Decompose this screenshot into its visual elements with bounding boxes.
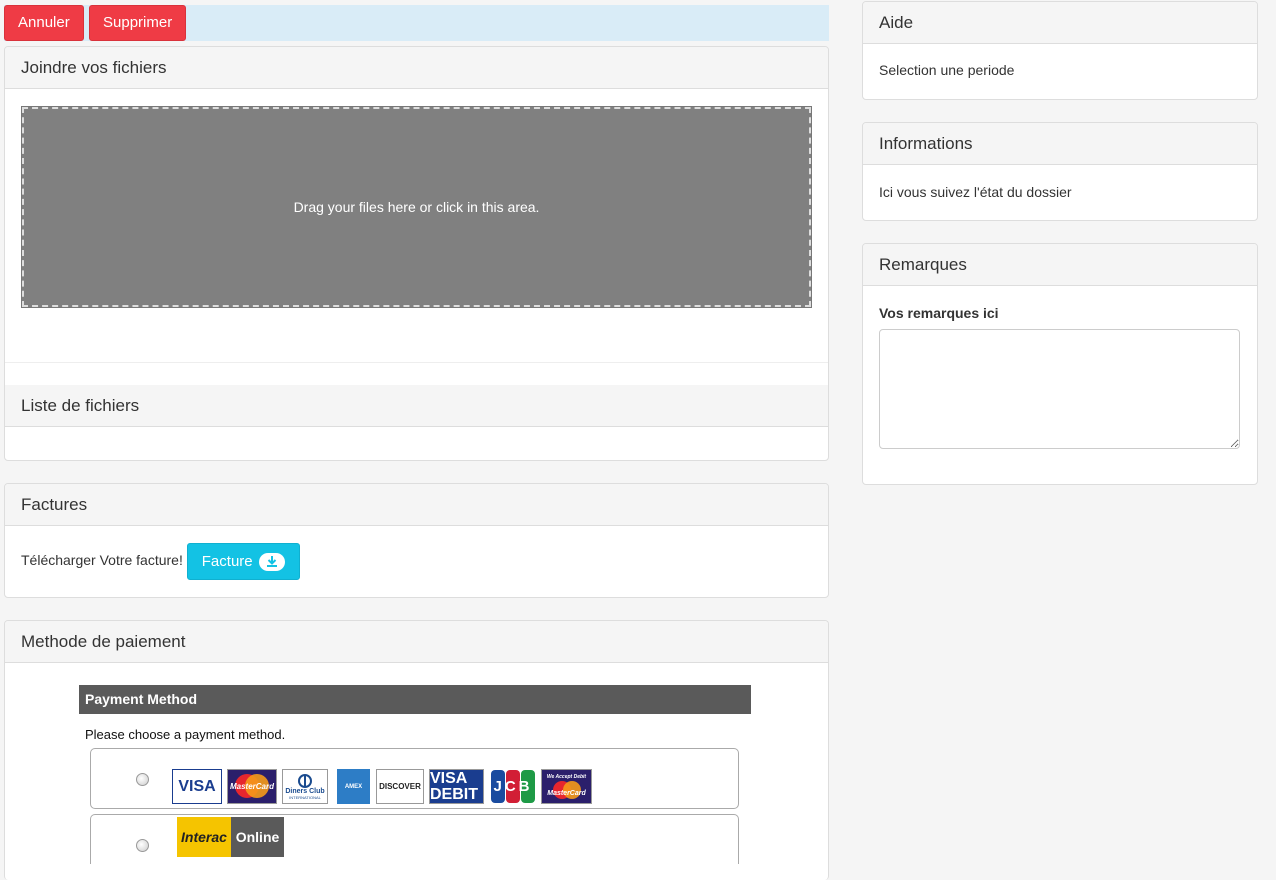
dropzone-text: Drag your files here or click in this ar… [293,199,540,215]
info-text: Ici vous suivez l'état du dossier [879,184,1072,200]
mastercard-debit-logo: We Accept Debit MasterCard [541,769,592,804]
attach-files-panel: Joindre vos fichiers Drag your files her… [4,46,829,461]
discover-logo: DISCOVER [376,769,424,804]
info-title: Informations [863,123,1257,165]
remarks-textarea[interactable] [879,329,1240,449]
jcb-logo: JCB [490,769,536,804]
attach-files-title: Joindre vos fichiers [5,47,828,89]
mastercard-logo: MasterCard [227,769,277,804]
main-column: Annuler Supprimer Joindre vos fichiers D… [4,5,829,880]
payment-method-title: Methode de paiement [5,621,828,663]
cancel-button[interactable]: Annuler [4,5,84,41]
visa-debit-logo: VISA DEBIT [429,769,484,804]
payment-option-cards[interactable]: VISA MasterCard Diners Club INTERNATIONA… [90,748,739,809]
payment-radio-cards[interactable] [136,773,149,786]
diners-club-logo: Diners Club INTERNATIONAL [282,769,328,804]
help-text: Selection une periode [879,62,1015,78]
invoice-download-text: Télécharger Votre facture! [21,552,183,569]
help-title: Aide [863,2,1257,44]
payment-prompt: Please choose a payment method. [85,727,286,742]
remarks-label: Vos remarques ici [879,305,999,321]
action-toolbar: Annuler Supprimer [4,5,829,41]
payment-option-interac[interactable]: Interac Online [90,814,739,864]
divider [5,362,828,363]
invoices-title: Factures [5,484,828,526]
invoice-button[interactable]: Facture [186,543,300,580]
delete-button[interactable]: Supprimer [89,5,187,41]
download-icon [258,552,285,571]
invoice-button-label: Facture [201,553,253,570]
payment-radio-interac[interactable] [136,839,149,852]
invoices-panel: Factures Télécharger Votre facture! Fact… [4,483,829,598]
amex-logo: AMEX [337,769,370,804]
payment-frame: Payment Method Please choose a payment m… [79,685,751,864]
remarks-title: Remarques [863,244,1257,286]
payment-frame-title: Payment Method [79,685,751,714]
file-dropzone[interactable]: Drag your files here or click in this ar… [21,106,812,308]
info-panel: Informations Ici vous suivez l'état du d… [862,122,1258,221]
remarks-panel: Remarques Vos remarques ici [862,243,1258,485]
help-panel: Aide Selection une periode [862,1,1258,100]
payment-method-panel: Methode de paiement Payment Method Pleas… [4,620,829,880]
file-list-section: Liste de fichiers [5,385,828,427]
file-list-title: Liste de fichiers [5,385,828,427]
visa-logo: VISA [172,769,222,804]
interac-online-logo: Interac Online [177,817,284,857]
